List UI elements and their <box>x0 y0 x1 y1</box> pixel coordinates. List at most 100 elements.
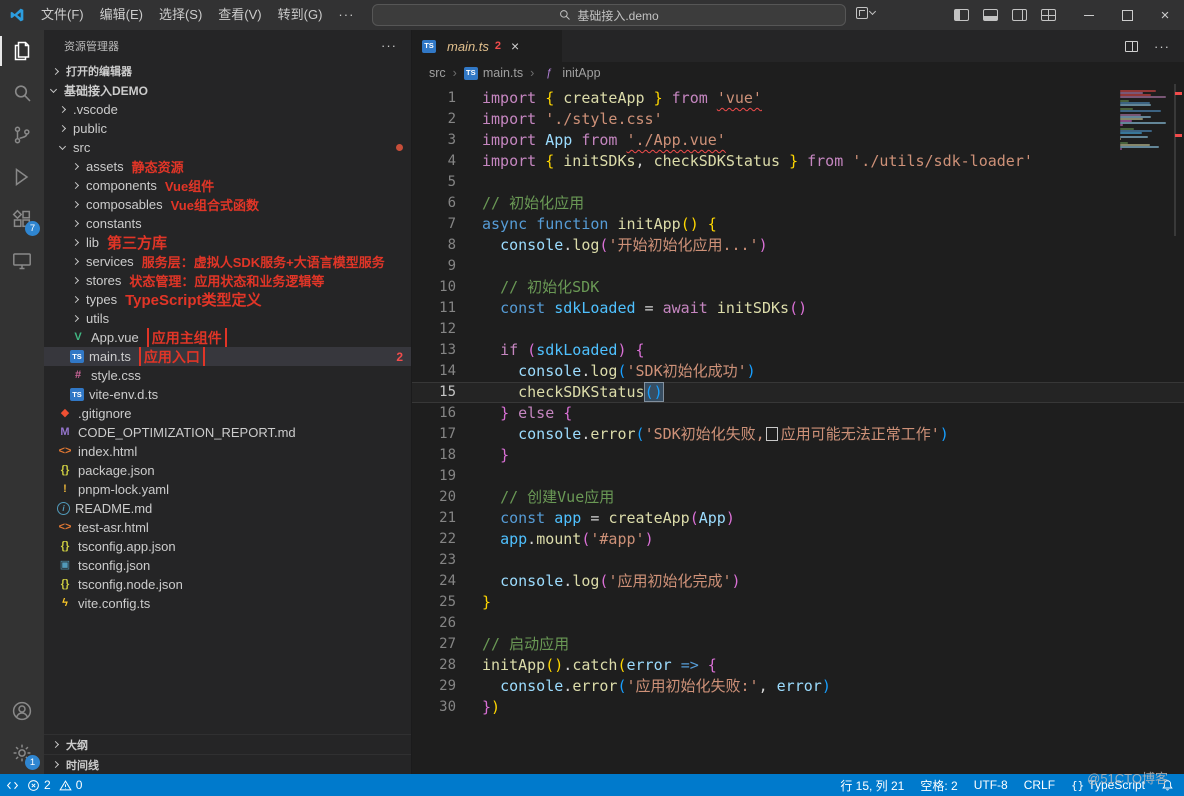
line-text[interactable]: import { createApp } from 'vue' <box>456 88 762 109</box>
line-text[interactable]: console.log('应用初始化完成') <box>456 571 741 592</box>
line-number[interactable]: 6 <box>412 193 456 214</box>
tree-item-stores[interactable]: stores状态管理：应用状态和业务逻辑等 <box>44 271 411 290</box>
new-window-dropdown-icon[interactable] <box>856 7 875 19</box>
toggle-secondary-sidebar-icon[interactable] <box>1012 9 1027 21</box>
line-text[interactable]: const sdkLoaded = await initSDKs() <box>456 298 807 319</box>
timeline-section[interactable]: 时间线 <box>44 754 411 774</box>
tree-item-CODE_OPTIMIZATION_REPORT.md[interactable]: MCODE_OPTIMIZATION_REPORT.md <box>44 423 411 442</box>
tree-item-public[interactable]: public <box>44 119 411 138</box>
activity-source-control-icon[interactable] <box>0 114 44 156</box>
indentation-setting[interactable]: 空格: 2 <box>920 777 957 794</box>
activity-run-debug-icon[interactable] <box>0 156 44 198</box>
line-text[interactable]: async function initApp() { <box>456 214 717 235</box>
tree-item-style.css[interactable]: #style.css <box>44 366 411 385</box>
minimize-icon[interactable] <box>1070 0 1108 30</box>
line-text[interactable]: import App from './App.vue' <box>456 130 726 151</box>
line-text[interactable]: // 创建Vue应用 <box>456 487 614 508</box>
line-number[interactable]: 11 <box>412 298 456 319</box>
split-editor-icon[interactable] <box>1125 41 1138 52</box>
activity-explorer-icon[interactable] <box>0 30 44 72</box>
line-text[interactable] <box>456 319 482 340</box>
line-number[interactable]: 27 <box>412 634 456 655</box>
tree-item-lib[interactable]: lib第三方库 <box>44 233 411 252</box>
line-text[interactable] <box>456 466 482 487</box>
line-number[interactable]: 1 <box>412 88 456 109</box>
tree-item-tsconfig.app.json[interactable]: {}tsconfig.app.json <box>44 537 411 556</box>
menu-item-3[interactable]: 查看(V) <box>210 4 269 26</box>
breadcrumb-src[interactable]: src <box>429 66 446 80</box>
tree-item-vite.config.ts[interactable]: ϟvite.config.ts <box>44 594 411 613</box>
line-number[interactable]: 14 <box>412 361 456 382</box>
tree-item-pnpm-lock.yaml[interactable]: !pnpm-lock.yaml <box>44 480 411 499</box>
customize-layout-icon[interactable] <box>1041 9 1056 21</box>
tree-item-components[interactable]: componentsVue组件 <box>44 176 411 195</box>
encoding-setting[interactable]: UTF-8 <box>974 778 1008 792</box>
command-center-search[interactable]: 基础接入.demo <box>372 4 846 26</box>
scrollbar[interactable] <box>1174 84 1176 236</box>
tree-item-test-asr.html[interactable]: <>test-asr.html <box>44 518 411 537</box>
line-text[interactable]: import { initSDKs, checkSDKStatus } from… <box>456 151 1033 172</box>
activity-accounts-icon[interactable] <box>0 690 44 732</box>
menu-more-icon[interactable]: ··· <box>330 4 362 26</box>
tree-item-tsconfig.node.json[interactable]: {}tsconfig.node.json <box>44 575 411 594</box>
line-number[interactable]: 15 <box>412 382 456 403</box>
line-text[interactable] <box>456 172 482 193</box>
line-text[interactable]: } <box>456 445 509 466</box>
line-text[interactable]: } <box>456 592 491 613</box>
menu-item-1[interactable]: 编辑(E) <box>92 4 151 26</box>
tree-item-services[interactable]: services服务层：虚拟人SDK服务+大语言模型服务 <box>44 252 411 271</box>
line-number[interactable]: 29 <box>412 676 456 697</box>
tree-item-types[interactable]: typesTypeScript类型定义 <box>44 290 411 309</box>
line-text[interactable]: // 初始化SDK <box>456 277 599 298</box>
explorer-more-icon[interactable]: ··· <box>381 38 397 53</box>
line-number[interactable]: 2 <box>412 109 456 130</box>
activity-settings-icon[interactable]: 1 <box>0 732 44 774</box>
tree-item-README.md[interactable]: iREADME.md <box>44 499 411 518</box>
line-text[interactable]: } else { <box>456 403 572 424</box>
editor-more-icon[interactable]: ··· <box>1154 39 1170 54</box>
line-text[interactable]: initApp().catch(error => { <box>456 655 717 676</box>
line-text[interactable]: // 启动应用 <box>456 634 569 655</box>
line-text[interactable] <box>456 550 482 571</box>
tree-item-vite-env.d.ts[interactable]: TSvite-env.d.ts <box>44 385 411 404</box>
remote-indicator-icon[interactable] <box>6 779 19 792</box>
tree-item-App.vue[interactable]: VApp.vue应用主组件 <box>44 328 411 347</box>
line-number[interactable]: 21 <box>412 508 456 529</box>
maximize-icon[interactable] <box>1108 0 1146 30</box>
line-number[interactable]: 9 <box>412 256 456 277</box>
line-number[interactable]: 16 <box>412 403 456 424</box>
tree-item-.vscode[interactable]: .vscode <box>44 100 411 119</box>
line-number[interactable]: 23 <box>412 550 456 571</box>
tree-item-src[interactable]: src <box>44 138 411 157</box>
minimap[interactable] <box>1120 90 1168 150</box>
activity-extensions-icon[interactable]: 7 <box>0 198 44 240</box>
line-number[interactable]: 4 <box>412 151 456 172</box>
tree-item-package.json[interactable]: {}package.json <box>44 461 411 480</box>
project-root-folder[interactable]: 基础接入DEMO <box>44 81 411 100</box>
line-number[interactable]: 24 <box>412 571 456 592</box>
activity-remote-explorer-icon[interactable] <box>0 240 44 282</box>
line-number[interactable]: 5 <box>412 172 456 193</box>
tree-item-tsconfig.json[interactable]: ▣tsconfig.json <box>44 556 411 575</box>
tree-item-utils[interactable]: utils <box>44 309 411 328</box>
activity-search-icon[interactable] <box>0 72 44 114</box>
line-number[interactable]: 22 <box>412 529 456 550</box>
line-text[interactable]: console.error('SDK初始化失败,应用可能无法正常工作') <box>456 424 949 445</box>
line-text[interactable] <box>456 613 482 634</box>
line-text[interactable]: if (sdkLoaded) { <box>456 340 645 361</box>
line-number[interactable]: 8 <box>412 235 456 256</box>
toggle-sidebar-icon[interactable] <box>954 9 969 21</box>
line-text[interactable]: const app = createApp(App) <box>456 508 735 529</box>
close-icon[interactable]: × <box>1146 0 1184 30</box>
tree-item-index.html[interactable]: <>index.html <box>44 442 411 461</box>
line-text[interactable] <box>456 256 482 277</box>
line-number[interactable]: 25 <box>412 592 456 613</box>
line-number[interactable]: 28 <box>412 655 456 676</box>
tree-item-.gitignore[interactable]: ◆.gitignore <box>44 404 411 423</box>
line-text[interactable]: }) <box>456 697 500 718</box>
line-number[interactable]: 26 <box>412 613 456 634</box>
line-number[interactable]: 18 <box>412 445 456 466</box>
line-text[interactable]: checkSDKStatus() <box>456 382 663 403</box>
line-text[interactable]: console.log('SDK初始化成功') <box>456 361 756 382</box>
line-number[interactable]: 19 <box>412 466 456 487</box>
